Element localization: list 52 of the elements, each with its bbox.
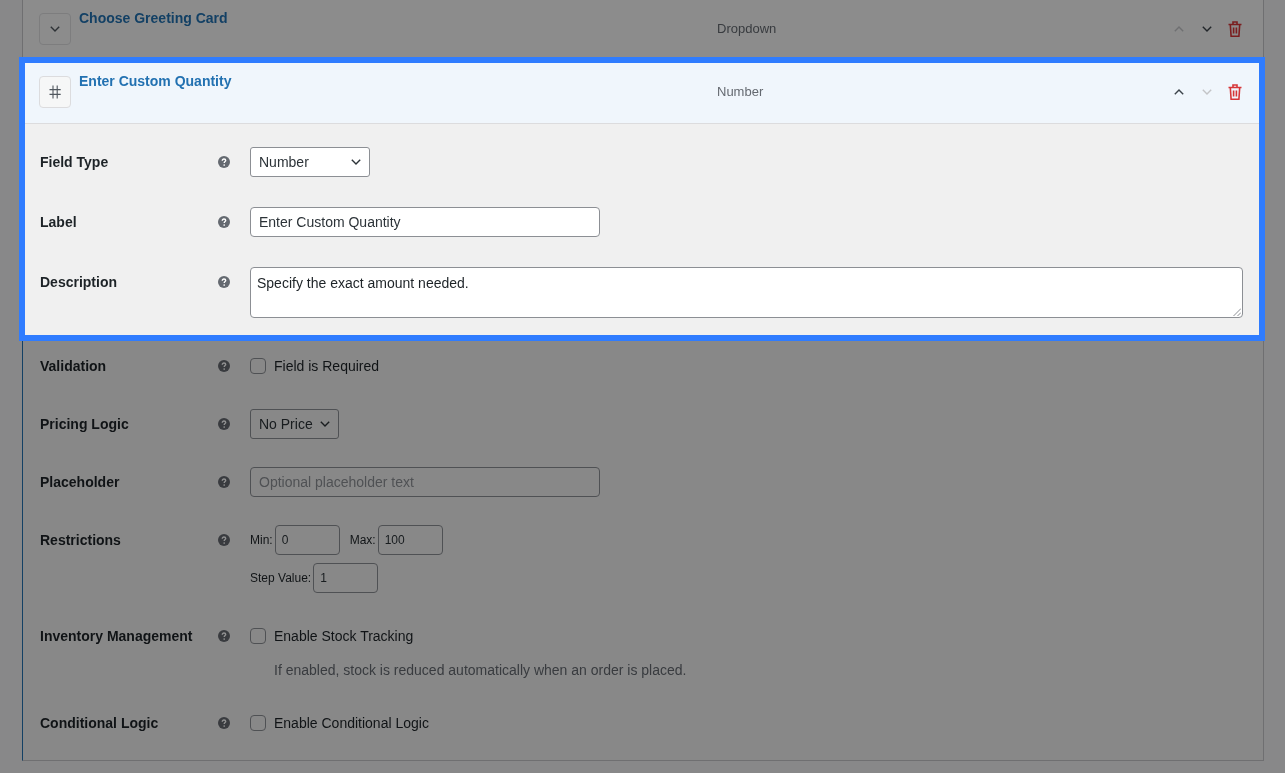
help-icon[interactable]: [218, 276, 230, 288]
checkbox-label[interactable]: Field is Required: [274, 356, 380, 376]
setting-label: Pricing Logic: [40, 415, 130, 434]
chevron-down-icon: [319, 421, 330, 427]
field-toggle-button[interactable]: [39, 13, 71, 45]
short-input-field[interactable]: 0: [274, 525, 340, 555]
chevron-down-icon: [1202, 89, 1212, 95]
setting-label: Conditional Logic: [40, 714, 160, 733]
help-text: If enabled, stock is reduced automatically when an order is placed.: [274, 661, 688, 680]
trash-icon: [1228, 84, 1242, 100]
hash-icon: [49, 85, 61, 99]
setting-label: Description: [40, 273, 118, 292]
checkbox[interactable]: [250, 715, 266, 731]
chevron-down-icon: [50, 26, 60, 32]
select-field[interactable]: Number: [250, 147, 370, 177]
textarea-field[interactable]: Specify the exact amount needed.: [250, 267, 1243, 318]
help-icon[interactable]: [218, 360, 230, 372]
setting-label: Validation: [40, 357, 108, 376]
checkbox-label[interactable]: Enable Conditional Logic: [274, 713, 429, 733]
chevron-down-icon: [1202, 26, 1212, 32]
checkbox[interactable]: [250, 628, 266, 644]
help-icon[interactable]: [218, 156, 230, 168]
field-type-label: Dropdown: [717, 21, 778, 37]
help-icon[interactable]: [218, 418, 230, 430]
short-input-field[interactable]: 100: [377, 525, 443, 555]
chevron-up-icon: [1174, 89, 1184, 95]
setting-label: Label: [40, 213, 78, 232]
field-toggle-button[interactable]: [39, 76, 71, 108]
help-icon[interactable]: [218, 476, 230, 488]
text-field[interactable]: Enter Custom Quantity: [250, 207, 600, 237]
field-type-label: Number: [717, 84, 765, 100]
setting-label: Inventory Management: [40, 627, 194, 646]
help-icon[interactable]: [218, 717, 230, 729]
checkbox[interactable]: [250, 358, 266, 374]
help-icon[interactable]: [218, 216, 230, 228]
select-field[interactable]: No Price: [250, 409, 339, 439]
checkbox-label[interactable]: Enable Stock Tracking: [274, 626, 414, 646]
chevron-down-icon: [351, 159, 361, 165]
short-input-field[interactable]: 1: [313, 563, 379, 593]
input-label: Max:: [349, 532, 376, 548]
input-label: Min:: [250, 532, 273, 548]
field-title-link[interactable]: Enter Custom Quantity: [79, 73, 717, 89]
field-title-link[interactable]: Choose Greeting Card: [79, 10, 717, 26]
trash-icon: [1228, 21, 1242, 37]
chevron-up-icon: [1174, 26, 1184, 32]
setting-label: Placeholder: [40, 473, 121, 492]
help-icon[interactable]: [218, 534, 230, 546]
input-label: Step Value:: [250, 570, 312, 586]
resize-grip-icon: [1233, 308, 1241, 316]
help-icon[interactable]: [218, 630, 230, 642]
setting-label: Restrictions: [40, 531, 122, 550]
setting-label: Field Type: [40, 153, 110, 172]
